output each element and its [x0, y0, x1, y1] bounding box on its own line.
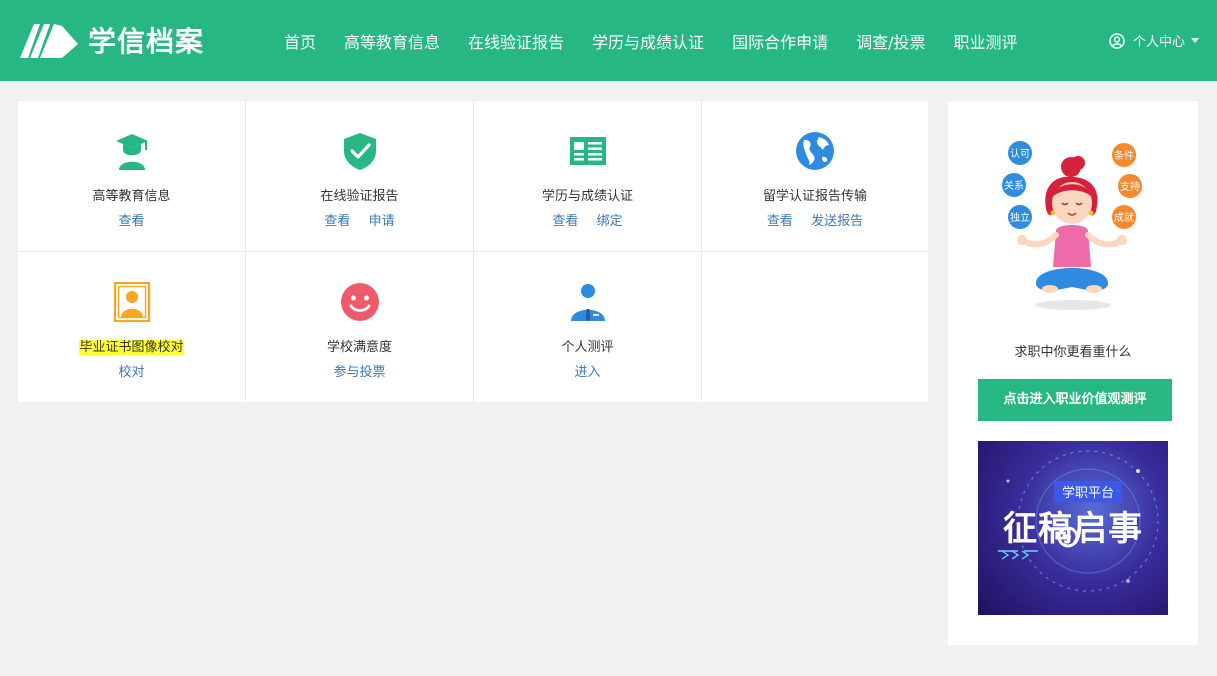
- view-link[interactable]: 查看: [552, 214, 578, 229]
- grid-item-personal-assessment: 个人测评 进入: [474, 252, 702, 402]
- globe-icon: [796, 132, 834, 170]
- grid-item-study-abroad-report: 留学认证报告传输 查看 发送报告: [702, 101, 928, 252]
- meditating-girl-illustration: 认可 关系 独立 条件 支持 成就: [1002, 141, 1142, 310]
- grid-item-title: 高等教育信息: [92, 189, 171, 204]
- grid-item-title: 学历与成绩认证: [541, 189, 633, 204]
- book-logo-icon: [20, 24, 78, 58]
- nav-international[interactable]: 国际合作申请: [718, 29, 842, 53]
- main-nav: 首页 高等教育信息 在线验证报告 学历与成绩认证 国际合作申请 调查/投票 职业…: [270, 0, 1032, 81]
- view-link[interactable]: 查看: [324, 214, 350, 229]
- grid-item-school-satisfaction: 学校满意度 参与投票: [246, 252, 474, 402]
- bubble-label: 关系: [1004, 179, 1024, 192]
- highlighted-title: 毕业证书图像校对: [79, 340, 184, 355]
- nav-survey[interactable]: 调查/投票: [842, 29, 939, 53]
- document-icon: [569, 137, 606, 165]
- career-value-test-button[interactable]: 点击进入职业价值观测评: [978, 379, 1172, 421]
- view-link[interactable]: 查看: [767, 214, 793, 229]
- banner-tag: 学职平台: [1054, 481, 1123, 502]
- shield-check-icon: [343, 133, 376, 170]
- bubble-label: 条件: [1114, 149, 1134, 162]
- chevron-down-icon: [1191, 38, 1199, 43]
- enter-link[interactable]: 进入: [574, 365, 600, 380]
- apply-link[interactable]: 申请: [369, 214, 395, 229]
- bubble-label: 支持: [1120, 180, 1140, 193]
- smile-icon: [340, 283, 379, 321]
- nav-degree-certification[interactable]: 学历与成绩认证: [578, 29, 718, 53]
- portrait-icon: [113, 282, 150, 322]
- career-sidebar: 认可 关系 独立 条件 支持 成就 求职中你更看重什么 点击进入职业价值观测评: [948, 101, 1198, 645]
- vote-link[interactable]: 参与投票: [333, 365, 385, 380]
- view-link[interactable]: 查看: [118, 214, 144, 229]
- banner-title: 征稿启事: [1003, 509, 1143, 549]
- grid-item-online-verification: 在线验证报告 查看 申请: [246, 101, 474, 252]
- proofread-link[interactable]: 校对: [118, 365, 144, 380]
- user-center-label: 个人中心: [1132, 35, 1185, 50]
- user-circle-icon: [1109, 32, 1125, 49]
- career-question-caption: 求职中你更看重什么: [1014, 345, 1132, 360]
- logo[interactable]: 学信档案: [18, 18, 204, 62]
- graduate-icon: [115, 134, 148, 170]
- grid-item-title: 留学认证报告传输: [762, 189, 867, 204]
- call-for-papers-banner[interactable]: 学职平台 征稿启事: [978, 441, 1168, 615]
- top-header: 学信档案 首页 高等教育信息 在线验证报告 学历与成绩认证 国际合作申请 调查/…: [0, 0, 1217, 81]
- grid-item-degree-certification: 学历与成绩认证 查看 绑定: [474, 101, 702, 252]
- grid-item-higher-education: 高等教育信息 查看: [18, 101, 246, 252]
- grid-item-diploma-image-check: 毕业证书图像校对 校对: [18, 252, 246, 402]
- nav-online-verification[interactable]: 在线验证报告: [454, 29, 578, 53]
- grid-item-title: 个人测评: [561, 340, 614, 355]
- service-grid: 高等教育信息 查看 在线验证报告 查看 申请 学历与成绩认证 查看 绑定 留学认…: [18, 101, 928, 402]
- bind-link[interactable]: 绑定: [597, 214, 623, 229]
- send-report-link[interactable]: 发送报告: [811, 214, 863, 229]
- nav-home[interactable]: 首页: [270, 29, 330, 53]
- bubble-label: 认可: [1010, 147, 1030, 160]
- person-tie-icon: [570, 284, 605, 321]
- nav-career-test[interactable]: 职业测评: [939, 29, 1031, 53]
- grid-item-empty: [702, 252, 928, 402]
- grid-item-title: 毕业证书图像校对: [18, 336, 245, 355]
- grid-item-title: 在线验证报告: [320, 189, 399, 204]
- grid-item-title: 学校满意度: [326, 340, 392, 355]
- user-center-menu[interactable]: 个人中心: [1109, 0, 1199, 81]
- bubble-label: 独立: [1010, 211, 1030, 224]
- nav-higher-education[interactable]: 高等教育信息: [330, 29, 454, 53]
- bubble-label: 成就: [1114, 211, 1134, 224]
- logo-text: 学信档案: [88, 25, 205, 58]
